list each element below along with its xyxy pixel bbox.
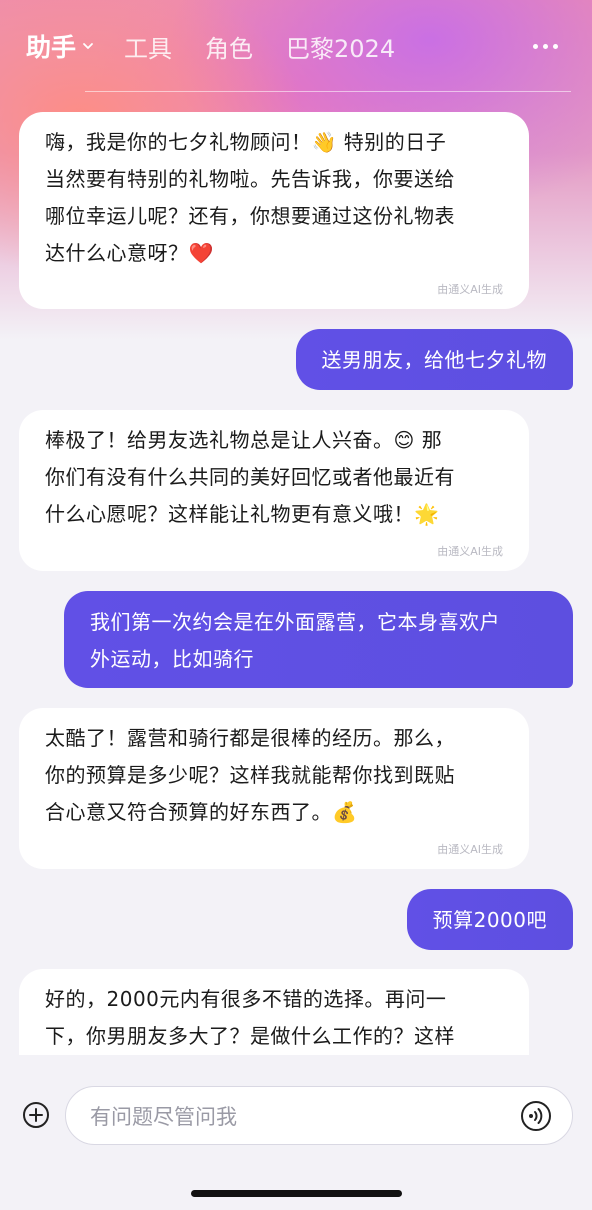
message-line: 合心意又符合预算的好东西了。💰: [45, 800, 358, 824]
tab-label: 助手: [26, 33, 77, 62]
ai-message: 好的，2000元内有很多不错的选择。再问一 下，你男朋友多大了？是做什么工作的？…: [19, 969, 529, 1055]
voice-input-icon[interactable]: [520, 1100, 552, 1132]
message-line: 外运动，比如骑行: [90, 647, 254, 671]
input-placeholder: 有问题尽管问我: [90, 1104, 237, 1129]
ai-message: 棒极了！给男友选礼物总是让人兴奋。😊 那 你们有没有什么共同的美好回忆或者他最近…: [19, 410, 529, 571]
message-line: 下，你男朋友多大了？是做什么工作的？这样: [45, 1024, 455, 1048]
ai-generated-tag: 由通义AI生成: [437, 545, 503, 558]
top-navigation: 助手 工具 角色 巴黎2024: [0, 0, 592, 92]
user-message: 预算2000吧: [406, 889, 573, 950]
tab-label: 巴黎2024: [286, 34, 396, 63]
tab-assistant[interactable]: 助手: [26, 28, 94, 64]
add-attachment-icon[interactable]: [22, 1101, 50, 1129]
message-line: 什么心愿呢？这样能让礼物更有意义哦！🌟: [45, 502, 440, 526]
ai-message: 嗨，我是你的七夕礼物顾问！👋 特别的日子 当然要有特别的礼物啦。先告诉我，你要送…: [19, 112, 529, 309]
message-line: 棒极了！给男友选礼物总是让人兴奋。😊 那: [45, 428, 443, 452]
more-options-icon[interactable]: [533, 44, 558, 49]
message-line: 你的预算是多少呢？这样我就能帮你找到既贴: [45, 763, 455, 787]
message-line: 太酷了！露营和骑行都是很棒的经历。那么，: [45, 726, 455, 750]
tab-paris-2024[interactable]: 巴黎2024: [286, 29, 395, 64]
user-message: 送男朋友，给他七夕礼物: [295, 329, 573, 390]
ai-generated-tag: 由通义AI生成: [437, 283, 503, 296]
tab-tools[interactable]: 工具: [124, 29, 172, 64]
message-line: 送男朋友，给他七夕礼物: [321, 348, 547, 372]
message-input[interactable]: 有问题尽管问我: [65, 1086, 573, 1145]
tab-roles[interactable]: 角色: [205, 29, 253, 64]
message-line: 当然要有特别的礼物啦。先告诉我，你要送给: [45, 167, 455, 191]
message-line: 我们第一次约会是在外面露营，它本身喜欢户: [90, 610, 500, 634]
message-line: 哪位幸运儿呢？还有，你想要通过这份礼物表: [45, 204, 455, 228]
user-message: 我们第一次约会是在外面露营，它本身喜欢户 外运动，比如骑行: [64, 591, 573, 688]
home-indicator[interactable]: [191, 1190, 402, 1197]
message-line: 达什么心意呀？❤️: [45, 241, 214, 265]
message-line: 预算2000吧: [432, 908, 547, 932]
message-line: 你们有没有什么共同的美好回忆或者他最近有: [45, 465, 455, 489]
chat-area[interactable]: 嗨，我是你的七夕礼物顾问！👋 特别的日子 当然要有特别的礼物啦。先告诉我，你要送…: [0, 0, 592, 1055]
message-line: 好的，2000元内有很多不错的选择。再问一: [45, 987, 447, 1011]
tab-label: 工具: [124, 34, 173, 63]
chevron-down-icon: [83, 43, 93, 49]
ai-generated-tag: 由通义AI生成: [437, 843, 503, 856]
tab-label: 角色: [205, 34, 254, 63]
nav-divider: [85, 91, 571, 92]
ai-message: 太酷了！露营和骑行都是很棒的经历。那么， 你的预算是多少呢？这样我就能帮你找到既…: [19, 708, 529, 869]
message-line: 嗨，我是你的七夕礼物顾问！👋 特别的日子: [45, 130, 447, 154]
